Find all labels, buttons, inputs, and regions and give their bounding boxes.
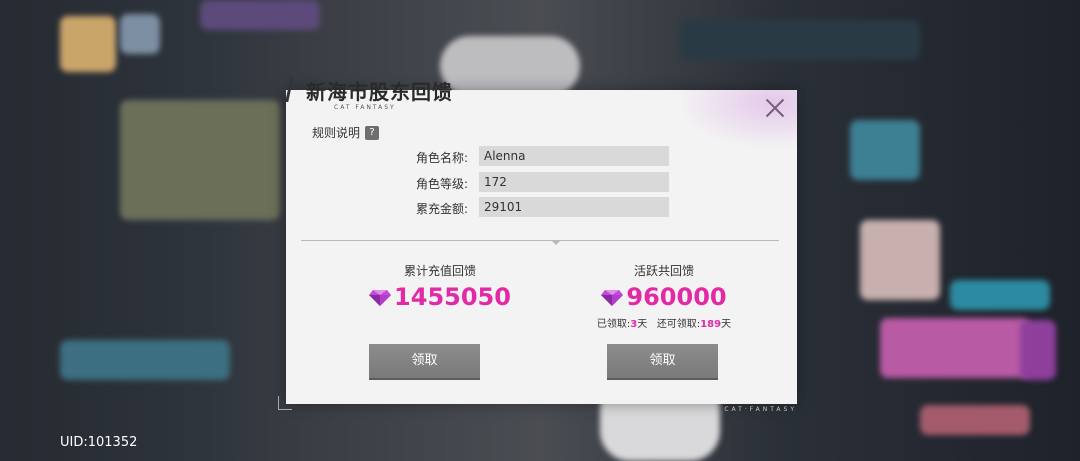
remaining-unit: 天 xyxy=(721,319,732,330)
gem-icon xyxy=(601,288,624,306)
recharge-reward-amount: 1455050 xyxy=(394,283,511,311)
corner-decoration xyxy=(278,396,292,410)
field-value: Alenna xyxy=(479,146,669,166)
recharge-reward-panel: 累计充值回馈 1455050 xyxy=(340,262,540,311)
uid-label: UID:101352 xyxy=(60,435,138,450)
field-label: 角色名称: xyxy=(415,151,468,165)
remaining-days: 189 xyxy=(700,319,722,330)
caret-down-icon xyxy=(551,240,561,245)
field-value: 29101 xyxy=(479,197,669,217)
rules-link[interactable]: 规则说明 ? xyxy=(312,124,380,141)
brand-watermark: CAT·FANTASY xyxy=(724,406,797,413)
claim-recharge-button[interactable]: 领取 xyxy=(369,344,480,378)
dialog-header: 新海市股东回馈 CAT FANTASY xyxy=(285,72,494,112)
field-total-recharge: 累充金额: 29101 xyxy=(286,197,797,217)
recharge-reward-amount-row: 1455050 xyxy=(340,283,540,311)
field-value: 172 xyxy=(479,172,669,192)
question-icon[interactable]: ? xyxy=(365,125,380,140)
active-reward-amount-row: 960000 xyxy=(564,283,764,311)
field-label: 角色等级: xyxy=(415,177,468,191)
remaining-prefix: 还可领取: xyxy=(656,319,701,330)
field-character-level: 角色等级: 172 xyxy=(286,172,797,192)
gem-icon xyxy=(369,288,392,306)
dialog-subtitle: CAT FANTASY xyxy=(334,104,396,111)
claimed-unit: 天 xyxy=(637,319,648,330)
field-character-name: 角色名称: Alenna xyxy=(286,146,797,166)
recharge-reward-label: 累计充值回馈 xyxy=(403,264,476,278)
active-reward-amount: 960000 xyxy=(626,283,727,311)
divider xyxy=(301,240,779,245)
field-label: 累充金额: xyxy=(415,202,468,216)
close-icon[interactable] xyxy=(763,96,787,120)
claim-status: 已领取:3天 还可领取:189天 xyxy=(564,315,764,330)
claimed-prefix: 已领取: xyxy=(596,319,631,330)
dialog-title: 新海市股东回馈 xyxy=(306,80,453,104)
rules-label: 规则说明 xyxy=(312,126,361,140)
active-reward-label: 活跃共回馈 xyxy=(633,264,694,278)
active-reward-panel: 活跃共回馈 960000 已领取:3天 还可领取:189天 xyxy=(564,262,764,330)
claim-active-button[interactable]: 领取 xyxy=(607,344,718,378)
shareholder-reward-dialog: 新海市股东回馈 CAT FANTASY 规则说明 ? 角色名称: Alenna … xyxy=(278,76,797,413)
